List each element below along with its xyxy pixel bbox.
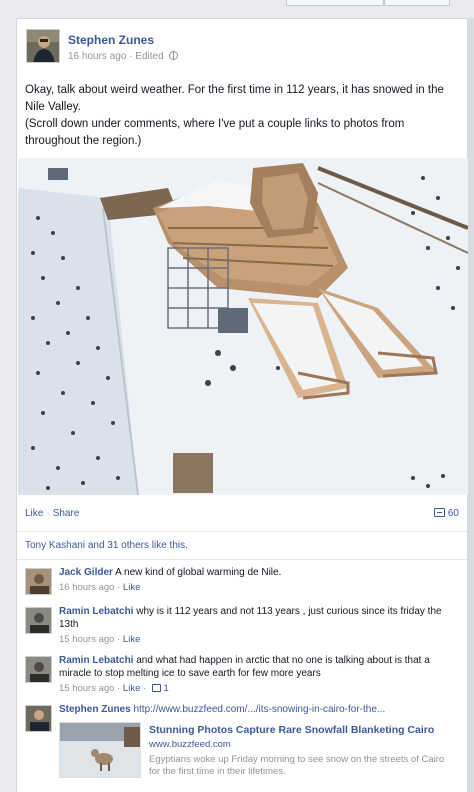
share-link[interactable]: Share	[53, 508, 80, 519]
link-preview-image[interactable]	[59, 722, 141, 778]
commenter-name[interactable]: Stephen Zunes	[59, 704, 131, 715]
commenter-name[interactable]: Jack Gilder	[59, 567, 113, 578]
comment: Jack Gilder A new kind of global warming…	[25, 566, 461, 596]
commenter-name[interactable]: Ramin Lebatchi	[59, 606, 133, 617]
commenter-name[interactable]: Ramin Lebatchi	[59, 655, 133, 666]
post-card: Stephen Zunes 16 hours ago · Edited Okay…	[16, 18, 468, 792]
top-button-right[interactable]	[384, 0, 450, 6]
likes-summary[interactable]: Tony Kashani and 31 others like this.	[25, 540, 188, 551]
comment-time[interactable]: 15 hours ago	[59, 634, 114, 645]
post-text-line-1: Okay, talk about weird weather. For the …	[25, 84, 444, 113]
comment-text: A new kind of global warming de Nile.	[115, 567, 282, 578]
separator: ·	[117, 582, 121, 593]
author-avatar[interactable]	[26, 29, 60, 63]
author-name[interactable]: Stephen Zunes	[68, 33, 154, 47]
link-preview-description: Egyptians woke up Friday morning to see …	[149, 754, 445, 777]
edited-label[interactable]: Edited	[135, 51, 163, 62]
comment-count-value: 60	[447, 508, 459, 519]
comment-meta: 15 hours ago · Like · 1	[59, 683, 461, 694]
divider	[17, 559, 467, 560]
comment-like-count[interactable]: 1	[163, 683, 168, 694]
comment-meta: 16 hours ago · Like	[59, 582, 461, 593]
post-header: Stephen Zunes 16 hours ago · Edited	[26, 29, 446, 67]
divider	[17, 531, 467, 532]
separator: ·	[117, 634, 121, 645]
comment-like-link[interactable]: Like	[123, 582, 140, 593]
thumbs-up-icon[interactable]	[151, 684, 161, 692]
globe-icon[interactable]	[169, 51, 179, 60]
post-meta: 16 hours ago · Edited	[68, 51, 179, 62]
comment-like-link[interactable]: Like	[123, 683, 140, 694]
comment-icon	[433, 508, 445, 517]
link-preview-domain[interactable]: www.buzzfeed.com	[149, 739, 231, 750]
commenter-avatar[interactable]	[25, 705, 52, 732]
separator: ·	[143, 683, 147, 694]
comment-meta: 15 hours ago · Like	[59, 634, 461, 645]
like-link[interactable]: Like	[25, 508, 43, 519]
commenter-avatar[interactable]	[25, 656, 52, 683]
post-actions: Like · Share	[25, 508, 79, 519]
post-text: Okay, talk about weird weather. For the …	[25, 82, 455, 150]
comment-body: Ramin Lebatchi why is it 112 years and n…	[59, 605, 461, 631]
commenter-avatar[interactable]	[25, 607, 52, 634]
separator: ·	[129, 51, 133, 62]
comment-time[interactable]: 15 hours ago	[59, 683, 114, 694]
scrollbar[interactable]	[468, 18, 474, 792]
top-bar	[0, 0, 474, 20]
post-photo[interactable]	[18, 158, 468, 495]
separator: ·	[46, 508, 50, 519]
comment-url-link[interactable]: http://www.buzzfeed.com/.../its-snowing-…	[133, 704, 385, 715]
comment-time[interactable]: 16 hours ago	[59, 582, 114, 593]
post-text-line-2: (Scroll down under comments, where I've …	[25, 118, 405, 147]
commenter-avatar[interactable]	[25, 568, 52, 595]
comment-body: Jack Gilder A new kind of global warming…	[59, 566, 461, 579]
comment: Ramin Lebatchi why is it 112 years and n…	[25, 605, 461, 645]
comment-like-link[interactable]: Like	[123, 634, 140, 645]
post-time[interactable]: 16 hours ago	[68, 51, 126, 62]
link-preview[interactable]: Stunning Photos Capture Rare Snowfall Bl…	[59, 722, 461, 782]
separator: ·	[117, 683, 121, 694]
comment-body: Ramin Lebatchi and what had happen in ar…	[59, 654, 461, 680]
comment: Stephen Zunes http://www.buzzfeed.com/..…	[25, 703, 461, 782]
comment-body: Stephen Zunes http://www.buzzfeed.com/..…	[59, 703, 461, 716]
link-preview-title[interactable]: Stunning Photos Capture Rare Snowfall Bl…	[149, 724, 434, 736]
comments-list: Jack Gilder A new kind of global warming…	[25, 566, 461, 791]
top-button-left[interactable]	[286, 0, 384, 6]
comment-count[interactable]: 60	[433, 508, 459, 519]
comment: Ramin Lebatchi and what had happen in ar…	[25, 654, 461, 694]
